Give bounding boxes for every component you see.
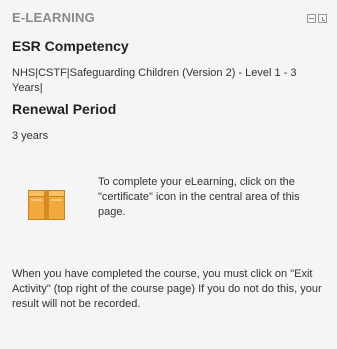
certificate-icon[interactable] — [28, 190, 65, 220]
block-title: E-LEARNING — [12, 10, 95, 25]
hide-block-icon[interactable] — [307, 14, 316, 23]
instruction-text: To complete your eLearning, click on the… — [98, 176, 300, 218]
block-content: ESR Competency NHS|CSTF|Safeguarding Chi… — [12, 36, 329, 312]
block-controls — [307, 14, 327, 23]
esr-competency-value: NHS|CSTF|Safeguarding Children (Version … — [12, 67, 297, 94]
renewal-period-value: 3 years — [12, 130, 49, 142]
esr-competency-heading: ESR Competency — [12, 38, 129, 54]
block-header: E-LEARNING — [0, 0, 337, 30]
renewal-period-heading: Renewal Period — [12, 101, 117, 117]
exit-activity-note: When you have completed the course, you … — [12, 268, 322, 310]
elearning-block: E-LEARNING ESR Competency NHS|CSTF|Safeg… — [0, 0, 337, 349]
dock-block-icon[interactable] — [318, 14, 327, 23]
instruction-panel: To complete your eLearning, click on the… — [12, 175, 329, 235]
